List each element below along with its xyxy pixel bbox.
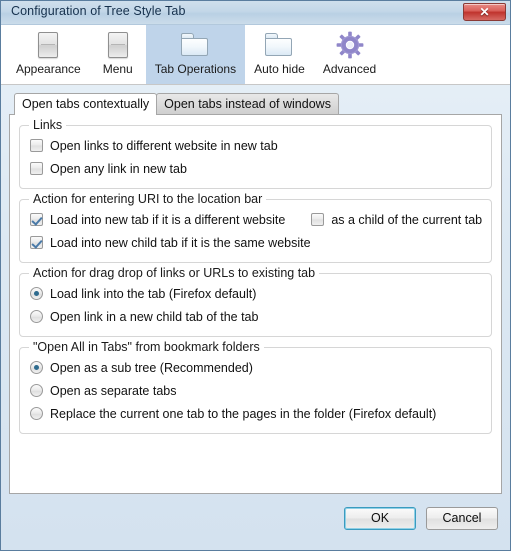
close-button[interactable]: ✕ xyxy=(463,3,506,21)
toolbar-item-tab-operations[interactable]: Tab Operations xyxy=(145,25,246,84)
groupbox-3: "Open All in Tabs" from bookmark folders… xyxy=(19,340,492,434)
radio-unselected-icon[interactable] xyxy=(30,407,43,420)
option-label: Open links to different website in new t… xyxy=(50,138,278,153)
checkbox-unchecked-icon[interactable] xyxy=(30,162,43,175)
radio-selected-icon[interactable] xyxy=(30,287,43,300)
window-title: Configuration of Tree Style Tab xyxy=(11,4,186,18)
checkbox-unchecked-icon[interactable] xyxy=(311,213,325,226)
toolbar-item-menu[interactable]: Menu xyxy=(90,25,146,84)
groupbox-0: Links Open links to different website in … xyxy=(19,118,492,189)
option-row: Load into new child tab if it is the sam… xyxy=(30,231,481,254)
toolbar-icon xyxy=(263,29,295,61)
option-row: Open links to different website in new t… xyxy=(30,134,481,157)
toolbar-icon xyxy=(334,29,366,61)
toolbar-item-advanced[interactable]: Advanced xyxy=(314,25,385,84)
category-toolbar: Appearance Menu Tab Operations Auto hide Adv… xyxy=(1,25,510,85)
radio-option[interactable]: Open link in a new child tab of the tab xyxy=(30,310,258,324)
tab-open-tabs-contextually[interactable]: Open tabs contextually xyxy=(14,93,158,115)
tab-strip: Open tabs contextually Open tabs instead … xyxy=(9,93,502,115)
radio-selected-icon[interactable] xyxy=(30,361,43,374)
checkbox-checked-icon[interactable] xyxy=(30,236,43,249)
ok-button[interactable]: OK xyxy=(344,506,416,530)
gear-icon xyxy=(336,31,364,59)
folder-icon xyxy=(265,33,293,57)
title-bar: Configuration of Tree Style Tab ✕ xyxy=(1,1,510,25)
checkbox-option[interactable]: Load into new tab if it is a different w… xyxy=(30,213,285,227)
checkbox-unchecked-icon[interactable] xyxy=(30,139,43,152)
checkbox-checked-icon[interactable] xyxy=(30,213,43,226)
toolbar-item-label: Appearance xyxy=(16,62,81,76)
checkbox-option[interactable]: as a child of the current tab xyxy=(311,213,482,227)
radio-unselected-icon[interactable] xyxy=(30,310,43,323)
content-area: Open tabs contextually Open tabs instead … xyxy=(1,85,510,494)
cancel-button[interactable]: Cancel xyxy=(426,506,498,530)
tab-panel-open-tabs-contextually: Links Open links to different website in … xyxy=(9,114,502,494)
option-row: Open as separate tabs xyxy=(30,379,481,402)
option-label: Open link in a new child tab of the tab xyxy=(50,309,259,324)
option-label: Load into new child tab if it is the sam… xyxy=(50,235,311,250)
option-label: as a child of the current tab xyxy=(331,212,483,227)
option-row: Open link in a new child tab of the tab xyxy=(30,305,481,328)
radio-unselected-icon[interactable] xyxy=(30,384,43,397)
tab-open-tabs-instead-of-windows[interactable]: Open tabs instead of windows xyxy=(156,93,339,114)
option-label: Load into new tab if it is a different w… xyxy=(50,212,286,227)
radio-option[interactable]: Open as a sub tree (Recommended) xyxy=(30,361,253,375)
toolbar-icon xyxy=(102,29,134,61)
option-row: Replace the current one tab to the pages… xyxy=(30,402,481,425)
radio-option[interactable]: Open as separate tabs xyxy=(30,384,176,398)
option-row: Load into new tab if it is a different w… xyxy=(30,208,482,231)
toolbar-item-appearance[interactable]: Appearance xyxy=(7,25,90,84)
groupbox-2: Action for drag drop of links or URLs to… xyxy=(19,266,492,337)
option-label: Open any link in new tab xyxy=(50,161,187,176)
groupbox-title: Action for entering URI to the location … xyxy=(29,192,267,206)
dialog-button-bar: OK Cancel xyxy=(1,494,510,550)
option-row: Open any link in new tab xyxy=(30,157,481,180)
radio-option[interactable]: Load link into the tab (Firefox default) xyxy=(30,287,256,301)
toolbar-item-label: Auto hide xyxy=(254,62,305,76)
option-label: Open as separate tabs xyxy=(50,383,177,398)
groupbox-title: "Open All in Tabs" from bookmark folders xyxy=(29,340,264,354)
toolbar-item-auto-hide[interactable]: Auto hide xyxy=(245,25,314,84)
window-icon xyxy=(38,32,59,58)
option-label: Open as a sub tree (Recommended) xyxy=(50,360,253,375)
radio-option[interactable]: Replace the current one tab to the pages… xyxy=(30,407,436,421)
option-row: Load link into the tab (Firefox default) xyxy=(30,282,481,305)
toolbar-item-label: Advanced xyxy=(322,62,377,76)
toolbar-item-label: Tab Operations xyxy=(154,62,237,76)
checkbox-option[interactable]: Open any link in new tab xyxy=(30,162,187,176)
toolbar-icon xyxy=(179,29,211,61)
close-icon: ✕ xyxy=(479,5,490,19)
toolbar-item-label: Menu xyxy=(102,62,133,76)
groupbox-title: Links xyxy=(29,118,67,132)
toolbar-icon xyxy=(32,29,64,61)
folder-icon xyxy=(181,33,209,57)
checkbox-option[interactable]: Open links to different website in new t… xyxy=(30,139,278,153)
option-label: Replace the current one tab to the pages… xyxy=(50,406,437,421)
checkbox-option[interactable]: Load into new child tab if it is the sam… xyxy=(30,236,311,250)
groupbox-title: Action for drag drop of links or URLs to… xyxy=(29,266,320,280)
dialog-window: Configuration of Tree Style Tab ✕ Appear… xyxy=(0,0,511,551)
option-label: Load link into the tab (Firefox default) xyxy=(50,286,257,301)
window-icon xyxy=(107,32,128,58)
groupbox-1: Action for entering URI to the location … xyxy=(19,192,492,263)
option-row: Open as a sub tree (Recommended) xyxy=(30,356,481,379)
